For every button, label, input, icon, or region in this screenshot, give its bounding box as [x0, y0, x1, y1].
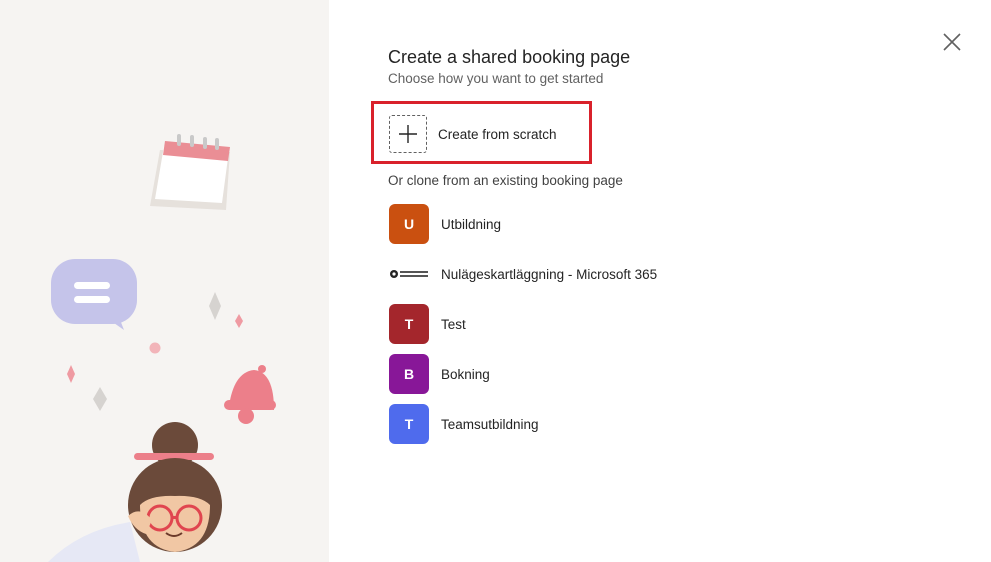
avatar: T — [389, 404, 429, 444]
calendar-icon — [150, 134, 230, 210]
add-tile — [389, 115, 427, 153]
booking-page-label: Nulägeskartläggning - Microsoft 365 — [441, 266, 658, 282]
booking-page-item-test[interactable]: T Test — [389, 304, 657, 344]
avatar: B — [389, 354, 429, 394]
booking-page-item-nulageskartlaggning[interactable]: Nulägeskartläggning - Microsoft 365 — [389, 254, 657, 294]
avatar: T — [389, 304, 429, 344]
create-from-scratch-label: Create from scratch — [438, 126, 557, 142]
illustration-panel — [0, 0, 329, 562]
create-from-scratch-button[interactable]: Create from scratch — [389, 114, 557, 154]
booking-page-list: U Utbildning Nulägeskartläggning - Micro… — [389, 204, 657, 454]
booking-illustration — [48, 134, 276, 562]
booking-page-item-bokning[interactable]: B Bokning — [389, 354, 657, 394]
bell-icon — [224, 365, 276, 424]
chat-bubble-icon — [51, 259, 137, 330]
sparkle-icon — [67, 365, 75, 383]
sparkle-icon — [93, 387, 107, 411]
clone-heading: Or clone from an existing booking page — [388, 173, 623, 188]
person-illustration — [48, 422, 222, 562]
booking-page-item-teamsutbildning[interactable]: T Teamsutbildning — [389, 404, 657, 444]
dot-icon — [149, 342, 161, 354]
plus-icon — [399, 125, 417, 143]
booking-page-label: Utbildning — [441, 216, 502, 232]
booking-page-label: Teamsutbildning — [441, 416, 539, 432]
booking-page-label: Bokning — [441, 366, 490, 382]
university-logo — [389, 254, 429, 294]
dialog-subtitle: Choose how you want to get started — [388, 71, 604, 86]
umea-university-logo-icon — [390, 270, 428, 278]
close-icon — [943, 33, 961, 51]
booking-page-item-utbildning[interactable]: U Utbildning — [389, 204, 657, 244]
avatar: U — [389, 204, 429, 244]
dialog-title: Create a shared booking page — [388, 47, 631, 67]
booking-page-label: Test — [441, 316, 466, 332]
sparkle-icon — [235, 314, 243, 328]
sparkle-icon — [209, 292, 221, 320]
close-button[interactable] — [938, 28, 966, 56]
